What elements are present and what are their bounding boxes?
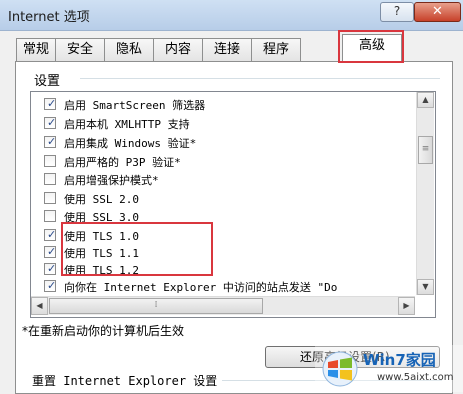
checkbox[interactable] bbox=[44, 192, 56, 204]
checkbox[interactable] bbox=[44, 155, 56, 167]
tab-privacy[interactable]: 隐私 bbox=[104, 38, 154, 62]
tab-content[interactable]: 内容 bbox=[153, 38, 203, 62]
setting-label: 启用增强保护模式* bbox=[64, 174, 159, 187]
close-button[interactable]: ✕ bbox=[414, 2, 461, 22]
setting-label: 向你在 Internet Explorer 中访问的站点发送 "Do bbox=[64, 281, 338, 294]
section-divider bbox=[80, 78, 440, 79]
checkmark-icon: ✓ bbox=[47, 116, 57, 129]
windows-logo-icon bbox=[322, 351, 358, 387]
checkmark-icon: ✓ bbox=[47, 97, 57, 110]
vertical-scrollbar[interactable]: ▲ ≡ ▼ bbox=[416, 92, 434, 295]
checkbox[interactable]: ✓ bbox=[44, 228, 57, 241]
watermark: Win7家园 www.5aixt.com bbox=[315, 345, 463, 392]
tls-highlight-box bbox=[61, 222, 213, 276]
horizontal-scroll-thumb[interactable]: ⁞ bbox=[49, 298, 263, 314]
tab-connections[interactable]: 连接 bbox=[202, 38, 252, 62]
window-title: Internet 选项 bbox=[8, 10, 90, 25]
checkbox[interactable] bbox=[44, 173, 56, 185]
reset-section-label: 重置 Internet Explorer 设置 bbox=[32, 374, 218, 388]
setting-label: 启用 SmartScreen 筛选器 bbox=[64, 99, 206, 112]
checkbox[interactable] bbox=[44, 210, 56, 222]
scroll-right-icon[interactable]: ▶ bbox=[398, 297, 415, 315]
setting-label: 启用严格的 P3P 验证* bbox=[64, 156, 181, 169]
scroll-up-icon[interactable]: ▲ bbox=[417, 92, 434, 108]
checkbox[interactable]: ✓ bbox=[44, 97, 57, 110]
checkmark-icon: ✓ bbox=[47, 245, 57, 258]
title-bar: Internet 选项 ? ✕ bbox=[0, 0, 463, 31]
tab-general[interactable]: 常规 bbox=[16, 38, 56, 62]
setting-label: 使用 SSL 2.0 bbox=[64, 193, 139, 206]
vertical-scroll-thumb[interactable]: ≡ bbox=[418, 136, 433, 164]
scroll-down-icon[interactable]: ▼ bbox=[417, 279, 434, 295]
settings-section-label: 设置 bbox=[34, 74, 61, 89]
setting-label: 启用本机 XMLHTTP 支持 bbox=[64, 118, 190, 131]
watermark-title: Win7家园 bbox=[363, 351, 436, 369]
checkbox[interactable]: ✓ bbox=[44, 135, 57, 148]
checkmark-icon: ✓ bbox=[47, 228, 57, 241]
horizontal-scrollbar[interactable]: ◀ ⁞ ▶ bbox=[31, 296, 415, 315]
help-button[interactable]: ? bbox=[380, 2, 414, 22]
checkmark-icon: ✓ bbox=[47, 135, 57, 148]
tab-programs[interactable]: 程序 bbox=[251, 38, 301, 62]
restart-note: *在重新启动你的计算机后生效 bbox=[22, 324, 185, 338]
advanced-tab-highlight-box bbox=[338, 30, 404, 63]
scroll-left-icon[interactable]: ◀ bbox=[31, 297, 48, 315]
checkbox[interactable]: ✓ bbox=[44, 116, 57, 129]
watermark-url: www.5aixt.com bbox=[377, 372, 454, 383]
checkbox[interactable]: ✓ bbox=[44, 279, 57, 292]
checkmark-icon: ✓ bbox=[47, 279, 57, 292]
checkbox[interactable]: ✓ bbox=[44, 245, 57, 258]
setting-label: 启用集成 Windows 验证* bbox=[64, 137, 197, 150]
checkmark-icon: ✓ bbox=[47, 262, 57, 275]
checkbox[interactable]: ✓ bbox=[44, 262, 57, 275]
tab-security[interactable]: 安全 bbox=[55, 38, 105, 62]
